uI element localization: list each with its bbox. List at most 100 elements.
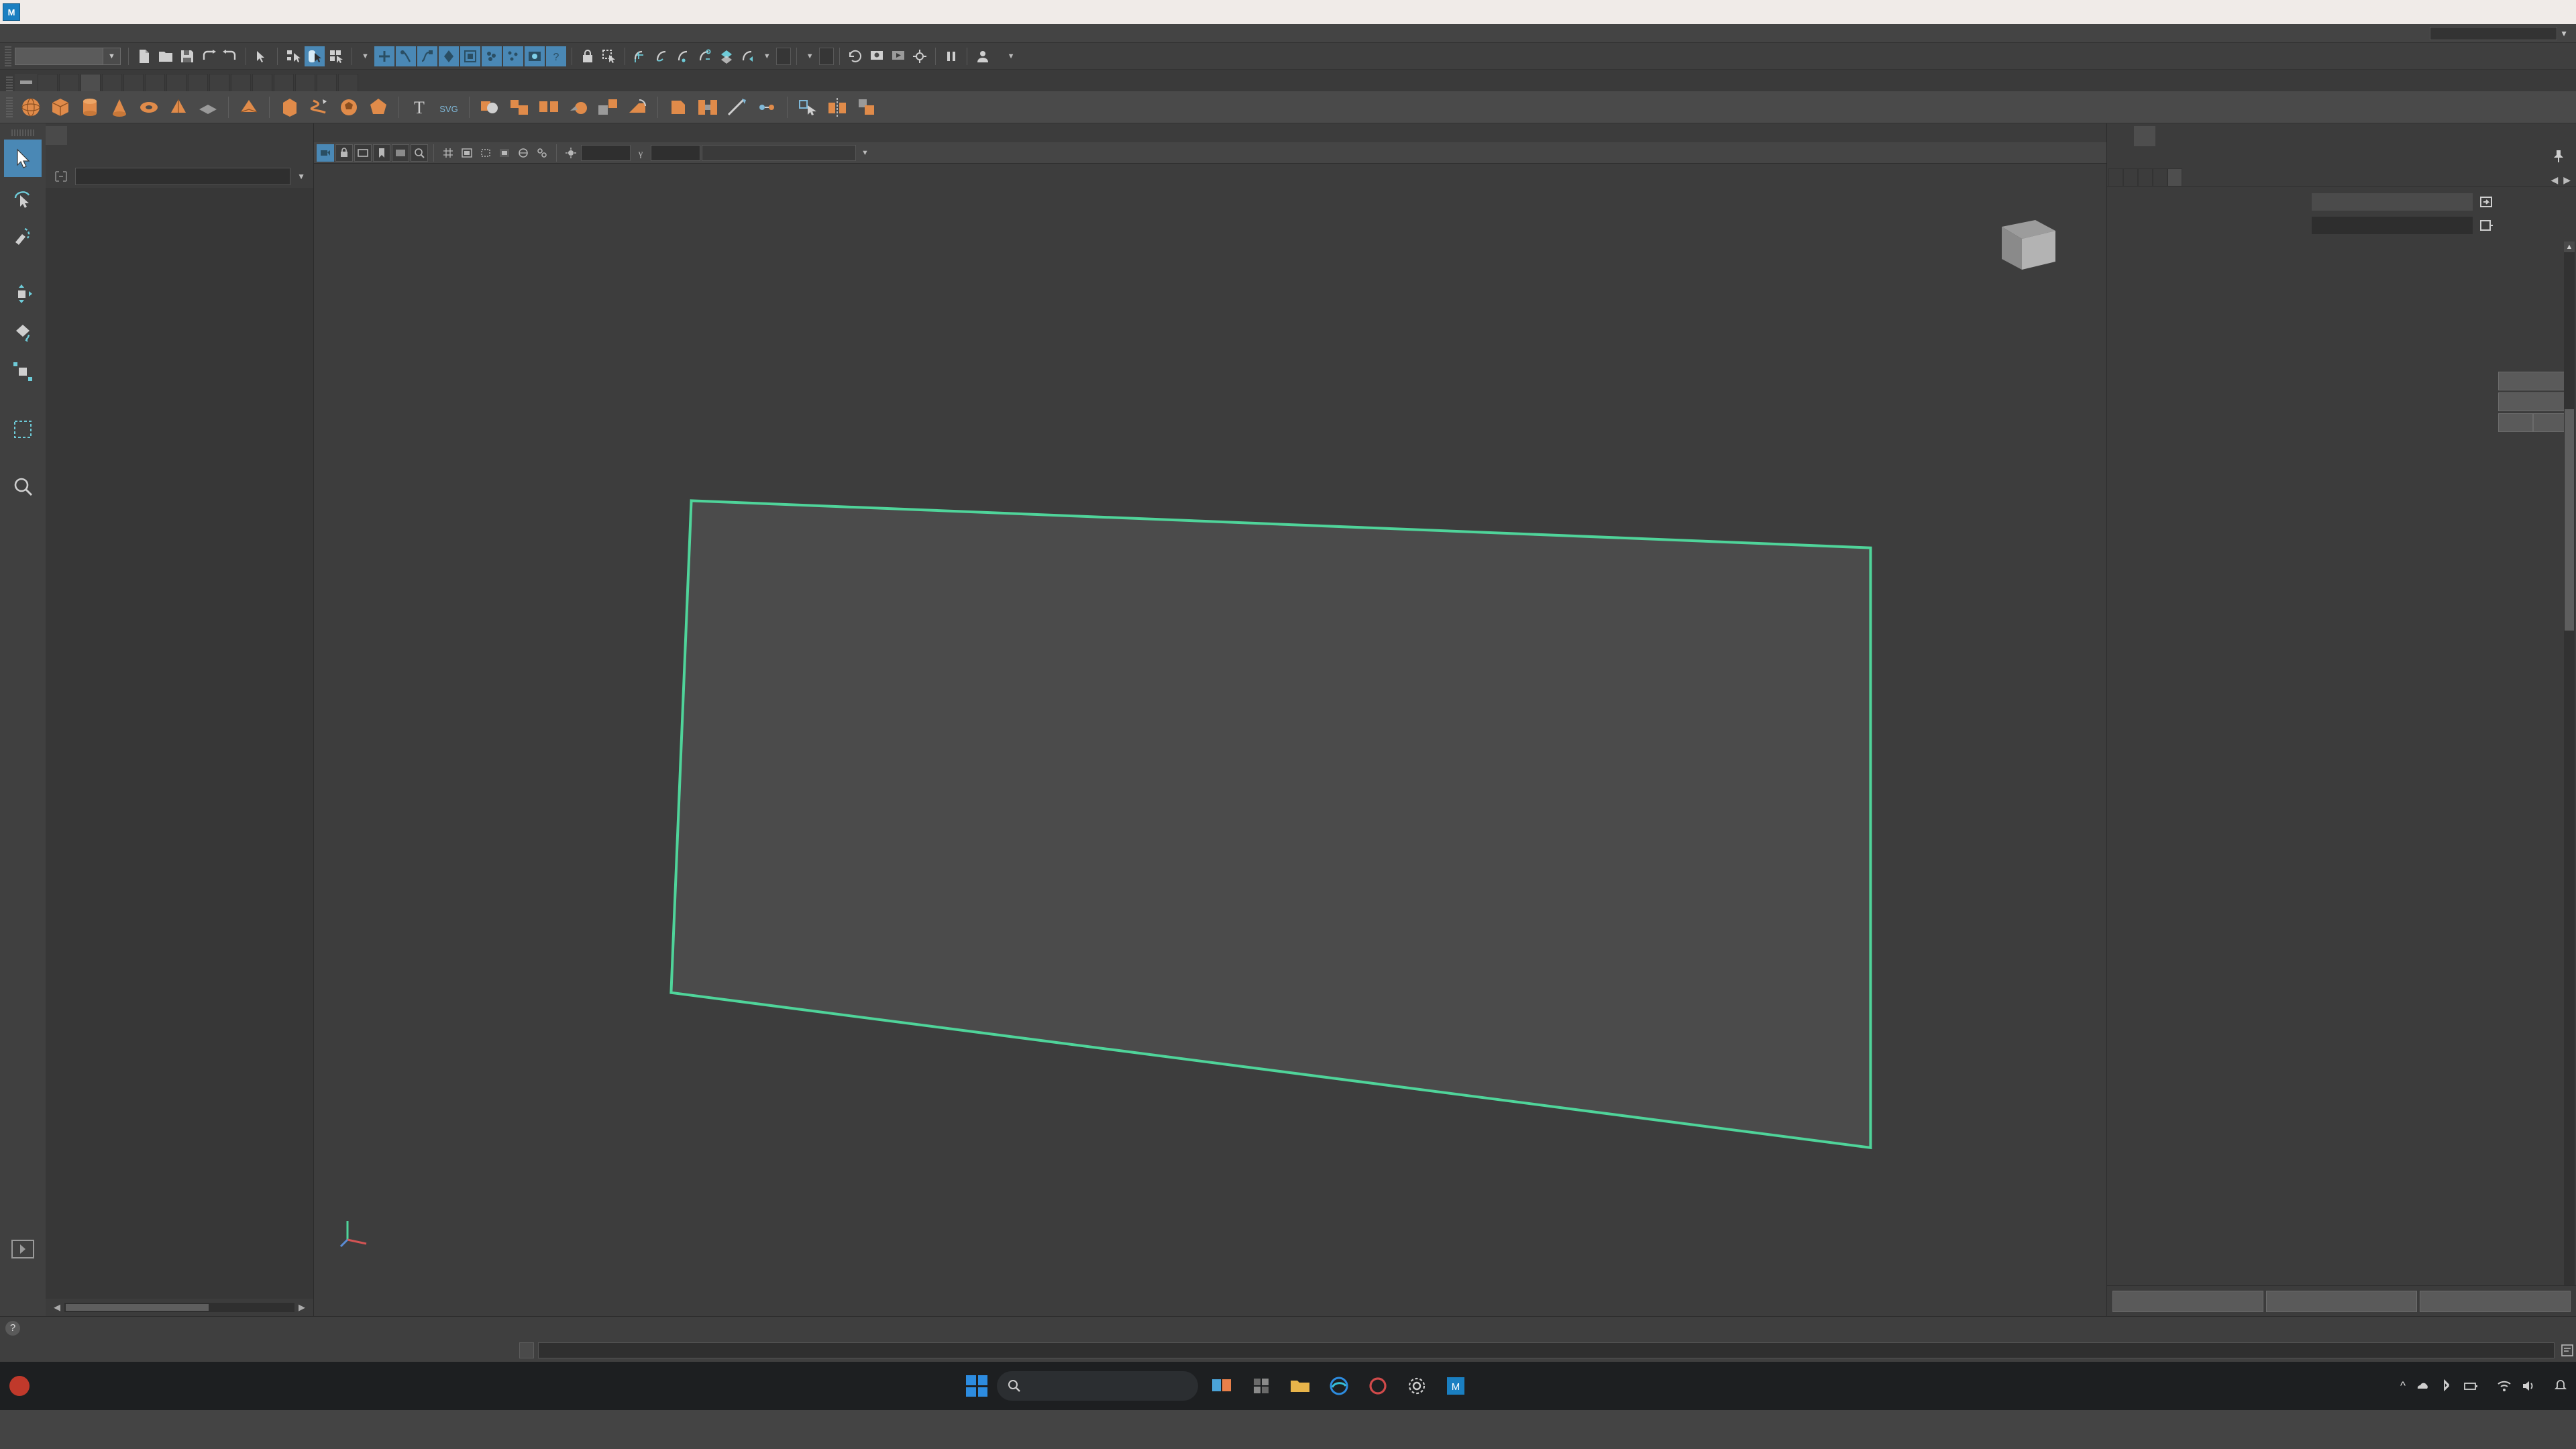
reduce-icon[interactable] bbox=[594, 94, 621, 121]
mask-handle-icon[interactable] bbox=[374, 46, 394, 66]
taskbar-center[interactable]: M bbox=[36, 1371, 2400, 1401]
data-model-row[interactable] bbox=[2107, 192, 2576, 212]
viewport-panel[interactable]: γ ▼ bbox=[314, 123, 2106, 1316]
node-tab-standard-surface1-upper[interactable] bbox=[2153, 168, 2167, 186]
pin-icon[interactable] bbox=[2552, 149, 2565, 168]
separate-icon[interactable] bbox=[535, 94, 562, 121]
bridge-icon[interactable] bbox=[694, 94, 721, 121]
shelf-grip[interactable] bbox=[6, 76, 13, 91]
redo-icon[interactable] bbox=[220, 46, 240, 66]
history-icon[interactable] bbox=[845, 46, 865, 66]
film-gate-icon[interactable] bbox=[458, 144, 476, 162]
poly-soccer-icon[interactable] bbox=[335, 94, 362, 121]
chevron-down-icon[interactable]: ▼ bbox=[358, 52, 373, 60]
snap-grid-icon[interactable] bbox=[631, 46, 651, 66]
last-tool-icon[interactable] bbox=[4, 411, 42, 448]
viewport-3d-canvas[interactable] bbox=[314, 164, 2106, 1316]
ipr-icon[interactable] bbox=[888, 46, 908, 66]
mel-selector[interactable] bbox=[519, 1342, 534, 1358]
taskbar-system-tray[interactable]: ^ bbox=[2400, 1379, 2567, 1393]
outliner-panel[interactable]: ▼ ◀ ▶ bbox=[46, 123, 314, 1316]
save-scene-icon[interactable] bbox=[177, 46, 197, 66]
bookmark-icon[interactable] bbox=[373, 144, 390, 162]
volume-icon[interactable] bbox=[2521, 1379, 2536, 1393]
grid-toggle-icon[interactable] bbox=[439, 144, 457, 162]
data-model-value[interactable] bbox=[2312, 193, 2473, 211]
snap-view-plane-icon[interactable] bbox=[716, 46, 737, 66]
mask-joints-icon[interactable] bbox=[395, 46, 416, 66]
chevron-down-icon[interactable]: ▼ bbox=[1004, 52, 1019, 60]
select-tool-icon[interactable] bbox=[4, 140, 42, 177]
shelf-tab-animation[interactable] bbox=[166, 74, 186, 91]
command-input[interactable] bbox=[538, 1342, 2555, 1358]
copy-tab-button[interactable] bbox=[2420, 1290, 2571, 1312]
tool-box-column[interactable] bbox=[0, 123, 46, 1316]
scroll-left-icon[interactable]: ◀ bbox=[50, 1302, 64, 1313]
gate-mask-icon[interactable] bbox=[496, 144, 513, 162]
chevron-down-icon[interactable]: ▼ bbox=[103, 48, 120, 64]
outliner-tab[interactable] bbox=[46, 126, 67, 145]
shelf-tab-arnold[interactable] bbox=[274, 74, 294, 91]
main-menu-bar[interactable]: ▼ bbox=[0, 24, 2576, 43]
poly-torus-icon[interactable] bbox=[136, 94, 162, 121]
shelf-bar-grip[interactable] bbox=[6, 97, 13, 117]
shelf-tab-bar[interactable] bbox=[0, 70, 2576, 91]
shelf-tab-xgen[interactable] bbox=[338, 74, 358, 91]
xray-joints-icon[interactable] bbox=[533, 144, 551, 162]
explorer-icon[interactable] bbox=[1285, 1371, 1315, 1401]
attribute-list-scroll-area[interactable]: ▲ bbox=[2107, 241, 2576, 1285]
glass-mesh-object[interactable] bbox=[314, 164, 2106, 1316]
toolbox-grip[interactable] bbox=[11, 129, 34, 136]
mask-curves-icon[interactable] bbox=[417, 46, 437, 66]
node-tab-scroll-arrows[interactable]: ◀ ▶ bbox=[2545, 174, 2576, 186]
target-weld-icon[interactable] bbox=[753, 94, 780, 121]
magnify-tool-icon[interactable] bbox=[4, 468, 42, 506]
scroll-left-icon[interactable]: ◀ bbox=[2551, 174, 2558, 186]
symmetry-field[interactable] bbox=[818, 47, 834, 65]
select-by-region-icon[interactable] bbox=[599, 46, 619, 66]
live-surface-field[interactable] bbox=[775, 47, 791, 65]
poly-pipe-icon[interactable] bbox=[276, 94, 303, 121]
help-icon[interactable]: ? bbox=[5, 1320, 20, 1336]
bevel-icon[interactable] bbox=[665, 94, 692, 121]
scroll-right-icon[interactable]: ▶ bbox=[294, 1302, 309, 1313]
viewport-toolbar[interactable]: γ ▼ bbox=[314, 142, 2106, 164]
notification-bell-icon[interactable] bbox=[2555, 1379, 2567, 1393]
combine-icon[interactable] bbox=[506, 94, 533, 121]
poly-cylinder-icon[interactable] bbox=[76, 94, 103, 121]
shelf-menu-icon[interactable] bbox=[15, 74, 38, 91]
lock-camera-icon[interactable] bbox=[335, 144, 353, 162]
shelf-tab-mash[interactable] bbox=[295, 74, 315, 91]
chevron-down-icon[interactable]: ▼ bbox=[2560, 29, 2576, 38]
snap-point-icon[interactable] bbox=[674, 46, 694, 66]
outliner-menu-bar[interactable] bbox=[46, 145, 313, 165]
taskbar-search[interactable] bbox=[997, 1371, 1198, 1401]
quad-draw-icon[interactable] bbox=[794, 94, 821, 121]
shelf-tab-uv-editing[interactable] bbox=[123, 74, 144, 91]
data-model-connect-icon[interactable] bbox=[2479, 195, 2494, 209]
script-editor-icon[interactable] bbox=[2559, 1342, 2576, 1358]
notification-badge[interactable] bbox=[9, 1376, 30, 1396]
shelf-tab-surfaces[interactable] bbox=[59, 74, 79, 91]
outliner-search-row[interactable]: ▼ bbox=[46, 165, 313, 188]
status-line-toolbar[interactable]: ▼ ▼ ? ▼ ▼ ▼ bbox=[0, 43, 2576, 70]
move-tool-icon[interactable] bbox=[4, 275, 42, 313]
resolution-gate-icon[interactable] bbox=[477, 144, 494, 162]
poly-sphere-icon[interactable] bbox=[17, 94, 44, 121]
outliner-hscrollbar[interactable] bbox=[64, 1303, 294, 1312]
snap-uv-icon[interactable] bbox=[738, 46, 758, 66]
windows-start-icon[interactable] bbox=[966, 1375, 987, 1397]
scroll-up-icon[interactable]: ▲ bbox=[2564, 241, 2575, 252]
camera-attributes-icon[interactable] bbox=[354, 144, 372, 162]
office-icon[interactable] bbox=[1363, 1371, 1393, 1401]
wifi-icon[interactable] bbox=[2497, 1379, 2512, 1393]
extrude-icon[interactable] bbox=[624, 94, 651, 121]
poly-cube-icon[interactable] bbox=[47, 94, 74, 121]
node-tab-row[interactable]: ◀ ▶ bbox=[2107, 166, 2576, 186]
mask-surfaces-icon[interactable] bbox=[438, 46, 459, 66]
dock-tab-modeling-toolkit[interactable] bbox=[2112, 126, 2134, 146]
twod-pan-zoom-icon[interactable] bbox=[411, 144, 428, 162]
user-avatar-icon[interactable] bbox=[973, 46, 993, 66]
duplicate-special-icon[interactable] bbox=[853, 94, 880, 121]
edge-icon[interactable] bbox=[1324, 1371, 1354, 1401]
